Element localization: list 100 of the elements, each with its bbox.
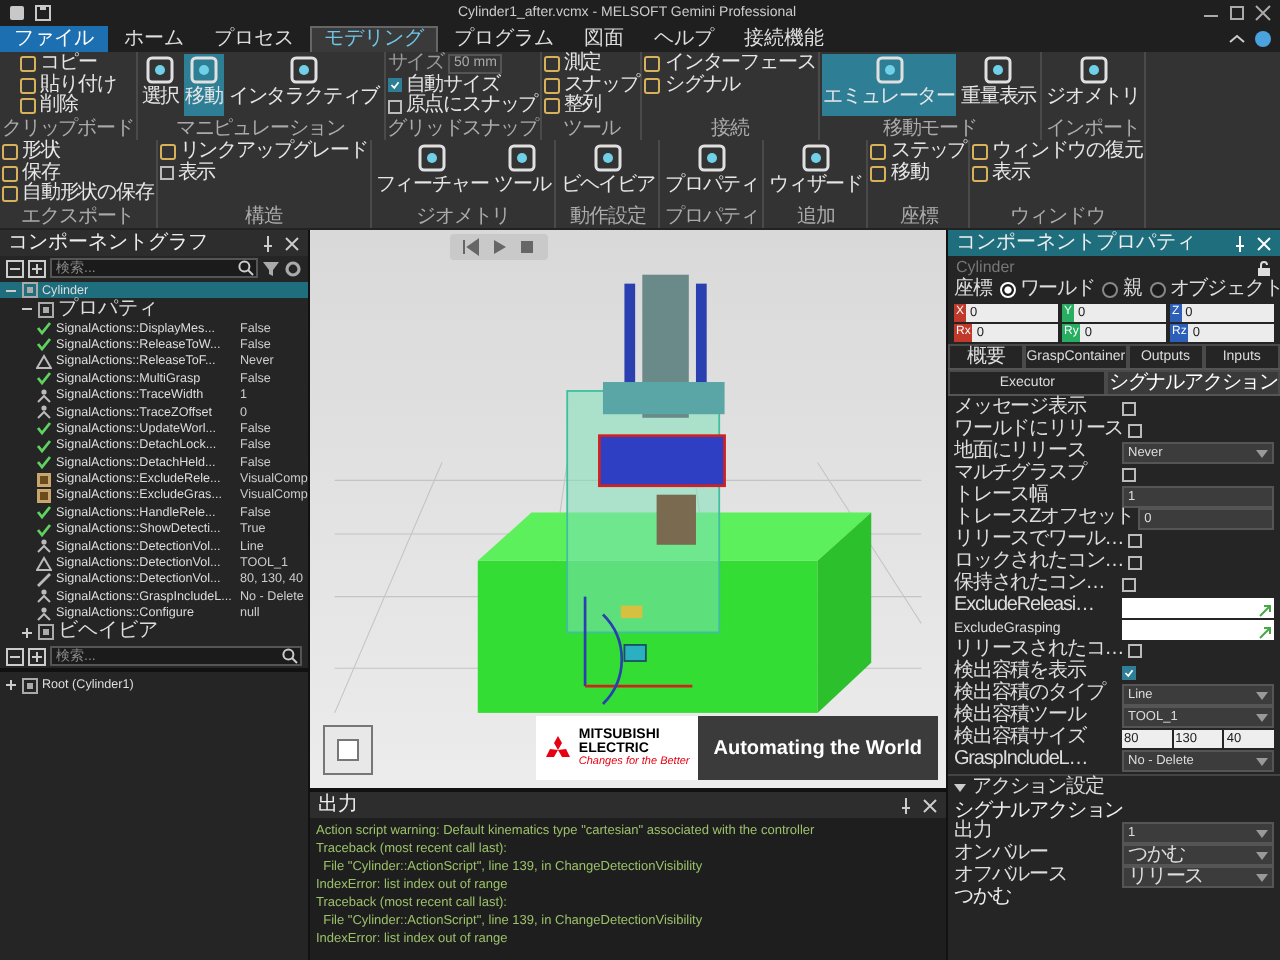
expand-all-icon (6, 647, 24, 666)
ribbon-button[interactable]: 削除 (40, 96, 78, 117)
checkbox[interactable] (1122, 468, 1136, 482)
button-label: 移動 (185, 86, 223, 108)
ribbon-tab[interactable]: 接続機能 (730, 25, 838, 53)
collapse-ribbon-icon (1228, 30, 1246, 48)
input-field[interactable] (1122, 597, 1274, 617)
ribbon-button[interactable]: 移動 (183, 54, 225, 116)
tool-icon (695, 142, 728, 174)
ribbon-button[interactable]: 測定 (563, 54, 602, 75)
button-label: フィーチャー (375, 174, 489, 196)
ribbon-tab[interactable]: 図面 (570, 25, 638, 53)
tool-icon (288, 54, 321, 86)
ribbon-button[interactable]: 整列 (563, 96, 602, 117)
property-label: メッセージ表示 (954, 398, 1089, 419)
ribbon-button[interactable]: リンクアップグレード (179, 142, 368, 163)
ribbon-button[interactable]: ジオメトリ (1044, 54, 1143, 116)
tool-icon (506, 142, 539, 174)
ribbon-button[interactable]: 保存 (22, 163, 60, 184)
ribbon-button[interactable]: ステップ (890, 142, 967, 163)
checkbox[interactable] (387, 78, 402, 93)
checkbox[interactable] (1127, 644, 1142, 658)
button-label: ウィザード (768, 174, 863, 196)
panel-tab[interactable]: シグナルアクション (1106, 370, 1280, 394)
checkbox[interactable] (159, 166, 174, 181)
ribbon-button[interactable]: インタラクティブ (226, 54, 382, 116)
property-label: 出力 (954, 822, 994, 843)
radio-label: オブジェクト (1169, 279, 1280, 301)
checkbox[interactable] (1122, 666, 1136, 680)
tool-icon (188, 54, 221, 86)
ribbon-button[interactable]: 移動 (890, 163, 929, 184)
panel-title: 出力 (318, 793, 360, 817)
input-field[interactable] (1122, 619, 1274, 639)
dropdown[interactable]: リリース (1122, 866, 1274, 888)
ribbon-button[interactable]: 貼り付け (40, 75, 116, 96)
property-label: 地面にリリース (954, 442, 1086, 463)
radio-button[interactable] (1149, 282, 1166, 298)
ribbon-button[interactable]: インターフェース (664, 54, 816, 75)
ribbon-button[interactable]: プロパティ (662, 142, 761, 204)
ribbon-button[interactable]: 表示 (992, 163, 1030, 184)
ribbon-button[interactable]: ツール (492, 142, 553, 204)
ribbon-button[interactable]: コピー (40, 54, 97, 75)
ribbon-button[interactable]: シグナル (664, 75, 741, 96)
checkbox[interactable] (387, 99, 402, 114)
component-name: Cylinder (956, 258, 1015, 276)
group-label: クリップボード (2, 120, 134, 140)
property-label: 検出容積サイズ (954, 728, 1089, 749)
ribbon-button[interactable]: 重量表示 (958, 54, 1039, 116)
close-icon (1256, 235, 1272, 251)
ribbon-tab[interactable]: ホーム (110, 25, 198, 53)
view-cube-icon (322, 724, 374, 776)
property-label: ロックされたコン… (954, 552, 1124, 573)
property-label: 検出容積を表示 (954, 662, 1087, 683)
checkbox-label: 表示 (177, 163, 216, 184)
section-title: アクション設定 (972, 778, 1104, 799)
ribbon-button[interactable]: 自動形状の保存 (22, 184, 154, 205)
section-heading: シグナルアクション (952, 801, 1126, 821)
ribbon-button[interactable]: ビヘイビア (558, 142, 657, 204)
radio-label: ワールド (1019, 279, 1095, 301)
triangle-icon (36, 555, 52, 572)
ribbon-tab[interactable]: ファイル (0, 25, 108, 53)
pin-icon (1232, 235, 1248, 251)
tool-icon (1077, 54, 1110, 86)
group-label: インポート (1046, 120, 1141, 140)
checkbox[interactable] (1127, 556, 1142, 570)
ribbon-button[interactable]: 形状 (22, 142, 60, 163)
group-label: ツール (563, 120, 620, 140)
ribbon-button[interactable]: ウィザード (766, 142, 865, 204)
tree-item[interactable]: プロパティ (58, 299, 308, 320)
collapse-all-icon (28, 647, 46, 666)
panel-title: コンポーネントプロパティ (956, 231, 1198, 255)
checkbox[interactable] (1127, 424, 1142, 438)
ribbon-button[interactable]: スナップ (563, 75, 639, 96)
maximize-icon (1228, 4, 1246, 22)
ribbon-button[interactable]: フィーチャー (373, 142, 491, 204)
tool-icon (416, 142, 449, 174)
ribbon-button[interactable]: ウィンドウの復元 (992, 142, 1143, 163)
ribbon-tab[interactable]: モデリング (310, 25, 438, 53)
checkbox[interactable] (1122, 578, 1136, 592)
ribbon-button[interactable]: エミュレーター (821, 54, 957, 116)
caret-icon (1256, 757, 1268, 765)
search-icon (282, 648, 298, 665)
group-label: 移動モード (882, 120, 977, 140)
radio-button[interactable] (1102, 282, 1119, 298)
tool-icon (591, 142, 624, 174)
close-icon (922, 797, 938, 813)
ribbon-tab[interactable]: プログラム (440, 25, 568, 53)
ribbon-tab[interactable]: プロセス (200, 25, 308, 53)
panel-tab[interactable]: 概要 (948, 344, 1025, 368)
ribbon-tab[interactable]: ヘルプ (640, 25, 728, 53)
property-label: 検出容積ツール (954, 706, 1089, 727)
button-label: 選択 (141, 86, 180, 108)
ribbon-button[interactable]: 選択 (139, 54, 182, 116)
tree-item[interactable]: ビヘイビア (58, 622, 308, 643)
button-label: エミュレーター (823, 86, 955, 108)
checkbox[interactable] (1127, 534, 1142, 548)
help-icon (1254, 30, 1272, 48)
checkbox[interactable] (1122, 402, 1136, 416)
diamond-logo-icon (544, 735, 573, 761)
dropdown[interactable]: つかむ (1122, 844, 1274, 866)
